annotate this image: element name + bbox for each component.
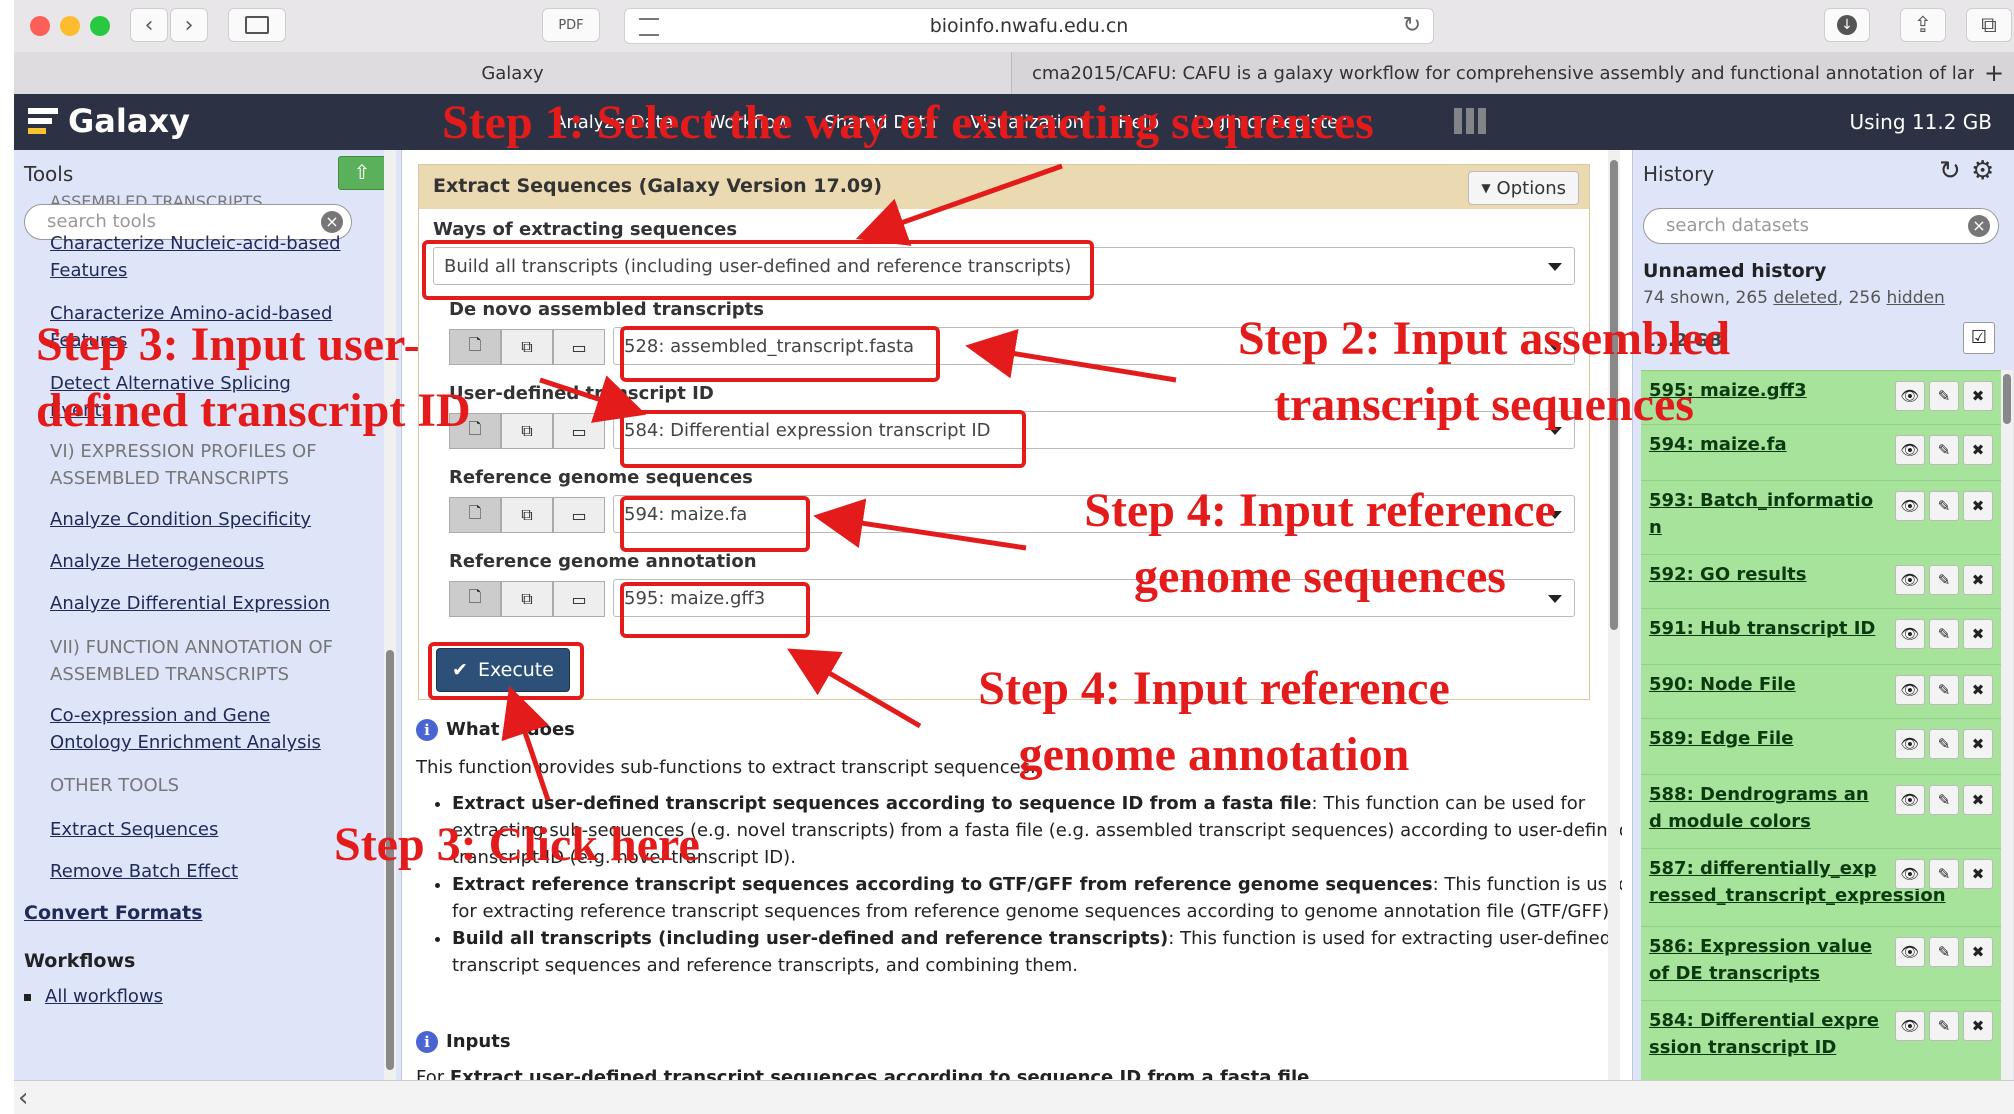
annotation-step2: Step 2: Input assembled transcript seque… <box>1237 312 1731 431</box>
annotation-step3-click: Step 3: Click here <box>334 818 700 871</box>
annotation-step3-input: Step 3: Input user-defined transcript ID <box>36 318 471 437</box>
annotation-arrows <box>501 163 1177 801</box>
annotation-step4-genome: Step 4: Input reference genome sequences <box>1084 484 1556 603</box>
annotation-step4-annotation: Step 4: Input reference genome annotatio… <box>978 662 1450 781</box>
annotation-step1: Step 1: Select the way of extracting seq… <box>442 96 1374 149</box>
